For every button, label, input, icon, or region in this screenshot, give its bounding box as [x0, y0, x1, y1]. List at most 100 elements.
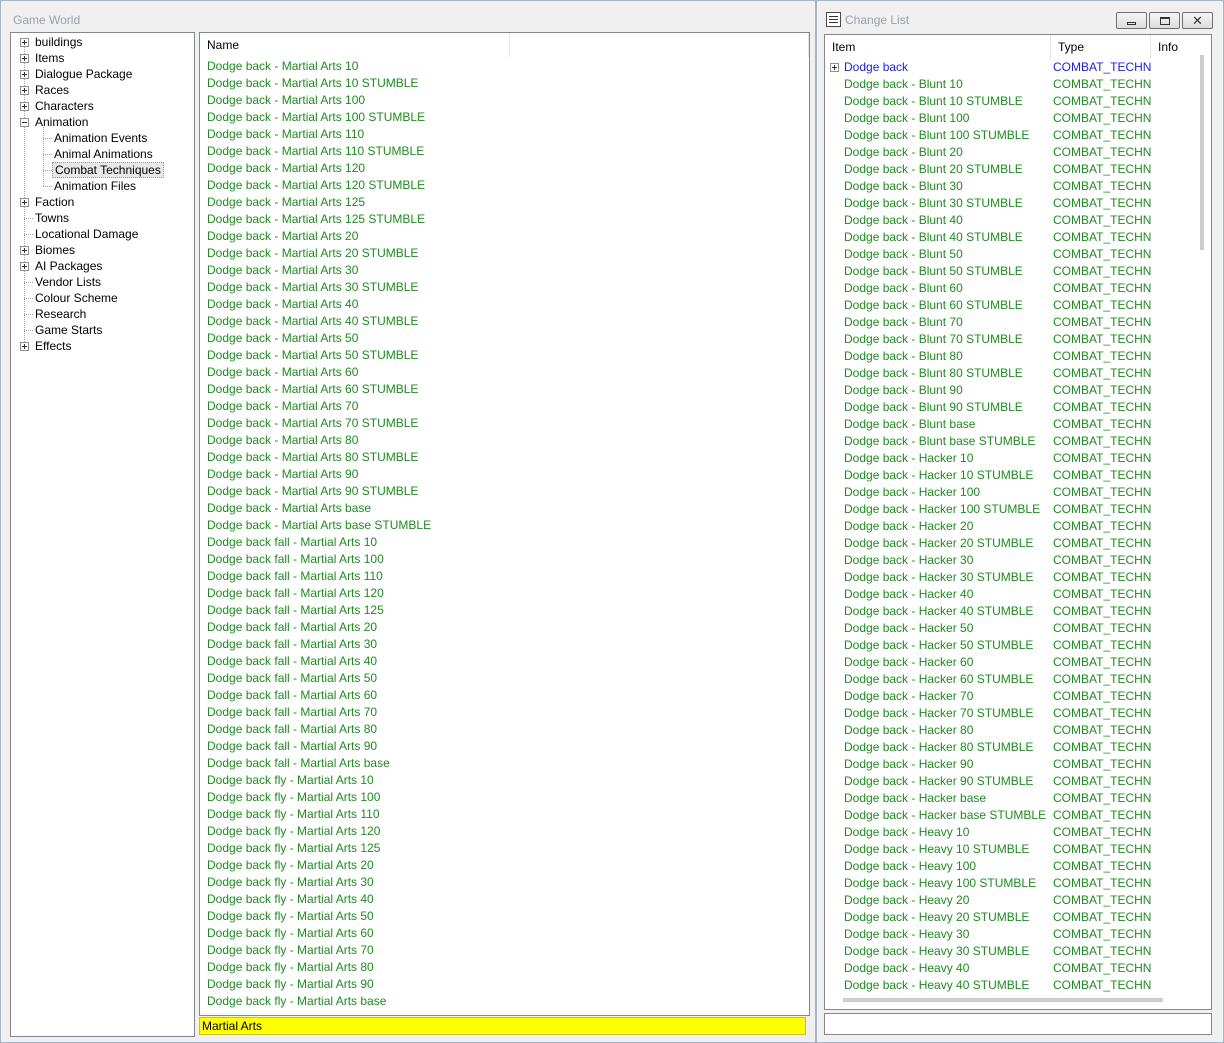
- table-row[interactable]: Dodge back - Heavy 30 STUMBLE COMBAT_TECH…: [825, 943, 1195, 960]
- list-item[interactable]: Dodge back - Martial Arts 100 STUMBLE: [207, 109, 425, 126]
- tree-item-colour-scheme[interactable]: Colour Scheme: [33, 290, 120, 306]
- list-item[interactable]: Dodge back - Martial Arts 125: [207, 194, 365, 211]
- table-row[interactable]: Dodge back - Blunt 60 STUMBLE COMBAT_TECH…: [825, 297, 1195, 314]
- column-header-item[interactable]: Item: [825, 35, 1051, 59]
- list-item[interactable]: Dodge back fall - Martial Arts 60: [207, 687, 377, 704]
- list-item[interactable]: Dodge back fall - Martial Arts 20: [207, 619, 377, 636]
- table-row[interactable]: Dodge back - Blunt 50 COMBAT_TECHNIQ: [825, 246, 1195, 263]
- table-row[interactable]: Dodge back - Heavy 10 STUMBLE COMBAT_TECH…: [825, 841, 1195, 858]
- list-item[interactable]: Dodge back fall - Martial Arts 80: [207, 721, 377, 738]
- table-row[interactable]: Dodge back - Blunt 30 STUMBLE COMBAT_TECH…: [825, 195, 1195, 212]
- list-item[interactable]: Dodge back - Martial Arts 80 STUMBLE: [207, 449, 418, 466]
- list-item[interactable]: Dodge back fly - Martial Arts 110: [207, 806, 380, 823]
- table-row[interactable]: Dodge back - Blunt 10 STUMBLE COMBAT_TECH…: [825, 93, 1195, 110]
- tree-item-towns[interactable]: Towns: [33, 210, 71, 226]
- change-list-group-row[interactable]: Dodge back COMBAT_TECHNIQ: [825, 59, 1195, 76]
- table-row[interactable]: Dodge back - Hacker 100 STUMBLE COMBAT_TE…: [825, 501, 1195, 518]
- list-item[interactable]: Dodge back fall - Martial Arts 100: [207, 551, 384, 568]
- tree-item-races[interactable]: Races: [33, 82, 71, 98]
- plus-expander-icon[interactable]: [20, 86, 29, 95]
- minus-expander-icon[interactable]: [20, 118, 29, 127]
- game-world-titlebar[interactable]: Game World: [1, 1, 815, 33]
- table-row[interactable]: Dodge back - Hacker 70 COMBAT_TECHNIQ: [825, 688, 1195, 705]
- tree-item-game-starts[interactable]: Game Starts: [33, 322, 104, 338]
- table-row[interactable]: Dodge back - Heavy 20 STUMBLE COMBAT_TECH…: [825, 909, 1195, 926]
- table-row[interactable]: Dodge back - Blunt 80 STUMBLE COMBAT_TECH…: [825, 365, 1195, 382]
- list-item[interactable]: Dodge back fly - Martial Arts 120: [207, 823, 380, 840]
- list-item[interactable]: Dodge back - Martial Arts 60 STUMBLE: [207, 381, 418, 398]
- table-row[interactable]: Dodge back - Hacker 60 COMBAT_TECHNIQ: [825, 654, 1195, 671]
- minimize-button[interactable]: [1116, 12, 1147, 29]
- vertical-scrollbar[interactable]: [1194, 35, 1211, 992]
- list-item[interactable]: Dodge back - Martial Arts 30: [207, 262, 358, 279]
- table-row[interactable]: Dodge back - Hacker 40 STUMBLE COMBAT_TEC…: [825, 603, 1195, 620]
- list-item[interactable]: Dodge back - Martial Arts 90 STUMBLE: [207, 483, 418, 500]
- column-header-type[interactable]: Type: [1051, 35, 1151, 59]
- list-item[interactable]: Dodge back - Martial Arts 40: [207, 296, 358, 313]
- list-item[interactable]: Dodge back fall - Martial Arts 10: [207, 534, 377, 551]
- tree-item-combat-techniques[interactable]: Combat Techniques: [52, 162, 164, 178]
- table-row[interactable]: Dodge back - Blunt 90 COMBAT_TECHNIQ: [825, 382, 1195, 399]
- table-row[interactable]: Dodge back - Hacker 90 COMBAT_TECHNIQ: [825, 756, 1195, 773]
- list-item[interactable]: Dodge back - Martial Arts 10: [207, 58, 358, 75]
- list-item[interactable]: Dodge back fall - Martial Arts base: [207, 755, 390, 772]
- list-item[interactable]: Dodge back fall - Martial Arts 90: [207, 738, 377, 755]
- tree-item-effects[interactable]: Effects: [33, 338, 73, 354]
- tree-item-animal-animations[interactable]: Animal Animations: [52, 146, 155, 162]
- table-row[interactable]: Dodge back - Hacker 10 COMBAT_TECHNIQ: [825, 450, 1195, 467]
- close-button[interactable]: ✕: [1182, 12, 1213, 29]
- list-item[interactable]: Dodge back - Martial Arts 125 STUMBLE: [207, 211, 425, 228]
- table-row[interactable]: Dodge back - Hacker 30 STUMBLE COMBAT_TEC…: [825, 569, 1195, 586]
- table-row[interactable]: Dodge back - Heavy 10 COMBAT_TECHNIQ: [825, 824, 1195, 841]
- table-row[interactable]: Dodge back - Heavy 100 COMBAT_TECHNIQ: [825, 858, 1195, 875]
- list-item[interactable]: Dodge back fall - Martial Arts 50: [207, 670, 377, 687]
- tree-item-characters[interactable]: Characters: [33, 98, 96, 114]
- tree-item-animation-events[interactable]: Animation Events: [52, 130, 149, 146]
- table-row[interactable]: Dodge back - Hacker 80 STUMBLE COMBAT_TEC…: [825, 739, 1195, 756]
- plus-expander-icon[interactable]: [20, 70, 29, 79]
- list-item[interactable]: Dodge back fly - Martial Arts 20: [207, 857, 374, 874]
- list-item[interactable]: Dodge back fall - Martial Arts 110: [207, 568, 383, 585]
- table-row[interactable]: Dodge back - Blunt 30 COMBAT_TECHNIQ: [825, 178, 1195, 195]
- table-row[interactable]: Dodge back - Hacker 100 COMBAT_TECHNIQ: [825, 484, 1195, 501]
- list-item[interactable]: Dodge back - Martial Arts 100: [207, 92, 365, 109]
- list-item[interactable]: Dodge back fall - Martial Arts 70: [207, 704, 377, 721]
- list-item[interactable]: Dodge back - Martial Arts base: [207, 500, 371, 517]
- list-item[interactable]: Dodge back fly - Martial Arts 10: [207, 772, 374, 789]
- table-row[interactable]: Dodge back - Hacker base STUMBLE COMBAT_T…: [825, 807, 1195, 824]
- table-row[interactable]: Dodge back - Hacker 40 COMBAT_TECHNIQ: [825, 586, 1195, 603]
- tree-item-locational-damage[interactable]: Locational Damage: [33, 226, 140, 242]
- horizontal-scrollbar[interactable]: [825, 992, 1194, 1009]
- vertical-scroll-thumb[interactable]: [1200, 55, 1204, 250]
- table-row[interactable]: Dodge back - Hacker 10 STUMBLE COMBAT_TEC…: [825, 467, 1195, 484]
- plus-expander-icon[interactable]: [20, 38, 29, 47]
- table-row[interactable]: Dodge back - Hacker 20 COMBAT_TECHNIQ: [825, 518, 1195, 535]
- list-item[interactable]: Dodge back - Martial Arts 60: [207, 364, 358, 381]
- plus-expander-icon[interactable]: [830, 63, 839, 72]
- table-row[interactable]: Dodge back - Blunt 10 COMBAT_TECHNIQ: [825, 76, 1195, 93]
- list-item[interactable]: Dodge back - Martial Arts 50 STUMBLE: [207, 347, 418, 364]
- table-row[interactable]: Dodge back - Heavy 40 COMBAT_TECHNIQ: [825, 960, 1195, 977]
- list-item[interactable]: Dodge back fly - Martial Arts base: [207, 993, 386, 1010]
- plus-expander-icon[interactable]: [20, 198, 29, 207]
- list-item[interactable]: Dodge back fly - Martial Arts 125: [207, 840, 380, 857]
- list-item[interactable]: Dodge back - Martial Arts 120 STUMBLE: [207, 177, 425, 194]
- table-row[interactable]: Dodge back - Hacker 60 STUMBLE COMBAT_TEC…: [825, 671, 1195, 688]
- list-item[interactable]: Dodge back fly - Martial Arts 90: [207, 976, 374, 993]
- tree-item-research[interactable]: Research: [33, 306, 88, 322]
- tree-item-animation-files[interactable]: Animation Files: [52, 178, 138, 194]
- table-row[interactable]: Dodge back - Hacker 90 STUMBLE COMBAT_TEC…: [825, 773, 1195, 790]
- table-row[interactable]: Dodge back - Heavy 20 COMBAT_TECHNIQ: [825, 892, 1195, 909]
- tree-item-vendor-lists[interactable]: Vendor Lists: [33, 274, 103, 290]
- list-item[interactable]: Dodge back fall - Martial Arts 125: [207, 602, 384, 619]
- list-item[interactable]: Dodge back - Martial Arts 30 STUMBLE: [207, 279, 418, 296]
- list-item[interactable]: Dodge back - Martial Arts 110: [207, 126, 364, 143]
- column-header-info[interactable]: Info: [1151, 35, 1195, 59]
- list-item[interactable]: Dodge back - Martial Arts 80: [207, 432, 358, 449]
- list-item[interactable]: Dodge back fly - Martial Arts 100: [207, 789, 380, 806]
- item-list[interactable]: Name Dodge back - Martial Arts 10 Dodge b…: [199, 32, 810, 1016]
- list-item[interactable]: Dodge back - Martial Arts 70: [207, 398, 358, 415]
- tree-item-biomes[interactable]: Biomes: [33, 242, 77, 258]
- table-row[interactable]: Dodge back - Hacker 30 COMBAT_TECHNIQ: [825, 552, 1195, 569]
- tree-item-ai-packages[interactable]: AI Packages: [33, 258, 104, 274]
